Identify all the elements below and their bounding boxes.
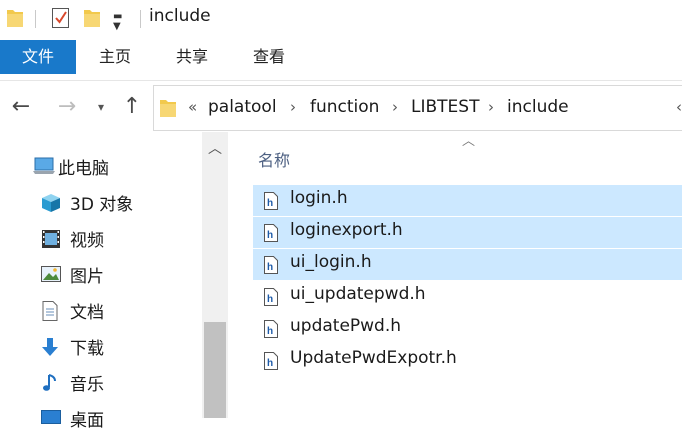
3d-objects-icon: [40, 192, 62, 212]
breadcrumb-include[interactable]: include: [507, 97, 569, 117]
tab-file[interactable]: 文件: [0, 40, 76, 74]
file-row[interactable]: h updatePwd.h: [253, 313, 682, 344]
sidebar-item-label: 音乐: [70, 375, 104, 395]
svg-text:h: h: [267, 358, 273, 369]
header-file-icon: h: [263, 191, 279, 215]
sidebar-item-downloads[interactable]: 下载: [0, 328, 200, 364]
music-icon: [40, 372, 62, 392]
svg-text:h: h: [267, 294, 273, 305]
new-folder-icon[interactable]: [83, 7, 101, 33]
forward-arrow-icon[interactable]: →: [52, 81, 82, 133]
breadcrumb-libtest[interactable]: LIBTEST: [411, 97, 479, 117]
file-row[interactable]: h login.h: [253, 185, 682, 216]
properties-icon[interactable]: [51, 6, 71, 34]
customize-toolbar-icon[interactable]: ▬ ▼: [113, 12, 122, 32]
file-row[interactable]: h UpdatePwdExpotr.h: [253, 345, 682, 376]
navigation-pane: 此电脑 3D 对象 视频 图片 文档 下载 音乐 桌面 ︿: [0, 132, 228, 431]
sidebar-item-label: 下载: [70, 339, 104, 359]
header-file-icon: h: [263, 287, 279, 311]
header-file-icon: h: [263, 255, 279, 279]
file-row[interactable]: h ui_login.h: [253, 249, 682, 280]
sidebar-item-label: 此电脑: [58, 159, 109, 179]
up-arrow-icon[interactable]: ↑: [118, 81, 146, 133]
videos-icon: [40, 228, 62, 248]
breadcrumb-palatool[interactable]: palatool: [208, 97, 277, 117]
header-file-icon: h: [263, 223, 279, 247]
address-bar[interactable]: « palatool › function › LIBTEST › includ…: [153, 85, 682, 131]
svg-text:h: h: [267, 230, 273, 241]
sidebar-item-label: 桌面: [70, 411, 104, 431]
address-dropdown-icon[interactable]: ‹: [676, 98, 682, 116]
svg-text:h: h: [267, 262, 273, 273]
breadcrumb-chevron-icon[interactable]: ›: [392, 98, 398, 116]
breadcrumb-chevron-icon[interactable]: ›: [290, 98, 296, 116]
file-name: ui_updatepwd.h: [290, 284, 426, 304]
folder-icon: [6, 7, 24, 33]
toolbar-divider: [35, 10, 36, 28]
scrollbar-thumb[interactable]: [204, 322, 226, 418]
file-name: UpdatePwdExpotr.h: [290, 348, 457, 368]
back-arrow-icon[interactable]: ←: [6, 81, 36, 133]
sort-ascending-icon: ︿: [462, 134, 476, 149]
breadcrumb-function[interactable]: function: [310, 97, 379, 117]
sidebar-item-3d-objects[interactable]: 3D 对象: [0, 184, 200, 220]
header-file-icon: h: [263, 319, 279, 343]
breadcrumb-chevron-icon[interactable]: ›: [488, 98, 494, 116]
this-pc-icon: [32, 156, 55, 176]
sidebar-item-pictures[interactable]: 图片: [0, 256, 200, 292]
tab-view[interactable]: 查看: [232, 40, 306, 74]
sidebar-item-label: 文档: [70, 303, 104, 323]
scroll-up-icon[interactable]: ︿: [202, 138, 228, 158]
recent-locations-chevron-icon[interactable]: ▾: [92, 81, 110, 133]
sidebar-item-desktop[interactable]: 桌面: [0, 400, 200, 436]
file-name: ui_login.h: [290, 252, 372, 272]
file-row[interactable]: h ui_updatepwd.h: [253, 281, 682, 312]
tab-share[interactable]: 共享: [155, 40, 229, 74]
downloads-icon: [40, 336, 62, 356]
title-bar: ▬ ▼ include: [0, 0, 682, 36]
header-file-icon: h: [263, 351, 279, 375]
file-row[interactable]: h loginexport.h: [253, 217, 682, 248]
column-header-name[interactable]: 名称: [258, 147, 290, 171]
file-name: loginexport.h: [290, 220, 403, 240]
documents-icon: [40, 300, 62, 321]
breadcrumb-overflow[interactable]: «: [188, 98, 197, 116]
tab-home[interactable]: 主页: [78, 40, 152, 74]
desktop-icon: [40, 408, 62, 428]
sidebar-item-documents[interactable]: 文档: [0, 292, 200, 328]
file-name: login.h: [290, 188, 348, 208]
svg-text:h: h: [267, 198, 273, 209]
sidebar-item-label: 视频: [70, 231, 104, 251]
sidebar-item-music[interactable]: 音乐: [0, 364, 200, 400]
pictures-icon: [40, 264, 62, 284]
window-title: include: [149, 6, 211, 26]
file-list: ︿ 名称 h login.h h loginexport.h h ui_logi…: [228, 132, 682, 418]
sidebar-item-this-pc[interactable]: 此电脑: [0, 148, 200, 184]
address-folder-icon: [159, 97, 177, 123]
toolbar-divider: [140, 10, 141, 28]
svg-text:h: h: [267, 326, 273, 337]
navigation-row: ← → ▾ ↑ « palatool › function › LIBTEST …: [0, 80, 682, 133]
file-name: updatePwd.h: [290, 316, 402, 336]
navigation-scrollbar[interactable]: ︿: [202, 132, 228, 418]
sidebar-item-videos[interactable]: 视频: [0, 220, 200, 256]
sidebar-item-label: 图片: [70, 267, 104, 287]
ribbon-tabs: 文件 主页 共享 查看: [0, 40, 682, 74]
sidebar-item-label: 3D 对象: [70, 195, 134, 215]
